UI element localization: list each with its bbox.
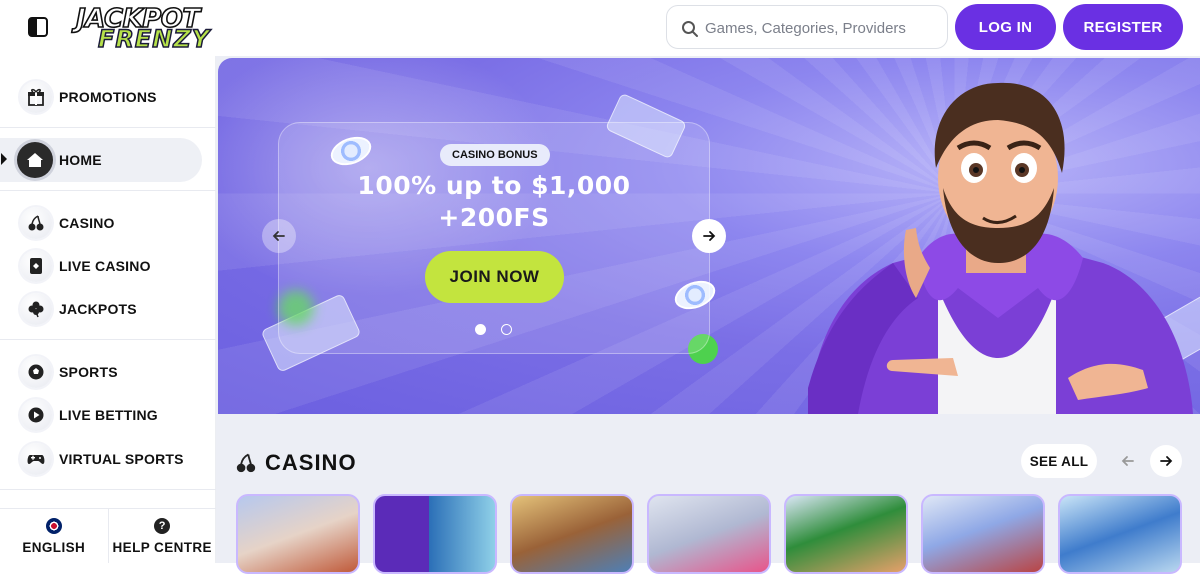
game-tile-viking[interactable] xyxy=(236,494,360,574)
search-box[interactable] xyxy=(666,5,948,49)
slide-dot-2[interactable] xyxy=(501,324,512,335)
game-tile-roulette[interactable] xyxy=(921,494,1045,574)
casino-section-header: CASINO xyxy=(235,450,357,476)
sidebar-item-label: VIRTUAL SPORTS xyxy=(59,451,184,467)
headline-line1: 100% up to $1,000 xyxy=(357,171,631,200)
active-marker-icon xyxy=(1,153,7,165)
sidebar-item-sports[interactable]: SPORTS xyxy=(0,350,216,394)
sidebar-item-label: JACKPOTS xyxy=(59,301,137,317)
sidebar-item-casino[interactable]: CASINO xyxy=(0,201,216,245)
soccer-ball-icon xyxy=(20,356,52,388)
sidebar-item-virtual-sports[interactable]: VIRTUAL SPORTS xyxy=(0,437,216,481)
banner-next-button[interactable] xyxy=(692,219,726,253)
clover-icon xyxy=(20,293,52,325)
divider xyxy=(0,339,216,340)
headline-line2: +200FS xyxy=(438,203,550,232)
sidebar-toggle-icon[interactable] xyxy=(28,17,48,37)
bonus-tag: CASINO BONUS xyxy=(440,144,550,166)
register-button[interactable]: REGISTER xyxy=(1063,4,1183,50)
sidebar-item-label: LIVE CASINO xyxy=(59,258,151,274)
sidebar-item-label: CASINO xyxy=(59,215,115,231)
casino-game-list xyxy=(236,494,1200,574)
bonus-headline: 100% up to $1,000 +200FS xyxy=(278,170,710,234)
see-all-button[interactable]: SEE ALL xyxy=(1021,444,1097,478)
main-content: CASINO BONUS 100% up to $1,000 +200FS JO… xyxy=(216,56,1200,574)
search-icon xyxy=(682,21,698,37)
sidebar-item-label: LIVE BETTING xyxy=(59,407,158,423)
sidebar-footer: ENGLISH ? HELP CENTRE xyxy=(0,508,216,563)
arrow-left-icon xyxy=(272,231,285,241)
sidebar-item-label: SPORTS xyxy=(59,364,118,380)
mascot-illustration xyxy=(808,82,1193,414)
help-label: HELP CENTRE xyxy=(112,539,212,555)
game-tile-retro-slot[interactable] xyxy=(1058,494,1182,574)
game-tile-leprechaun[interactable] xyxy=(784,494,908,574)
casino-prev-button[interactable] xyxy=(1112,445,1144,477)
sidebar-item-live-casino[interactable]: LIVE CASINO xyxy=(0,244,216,288)
play-icon xyxy=(20,399,52,431)
search-input[interactable] xyxy=(705,17,935,39)
top-bar: JACKPOT FRENZY LOG IN REGISTER xyxy=(0,0,1200,56)
sidebar-item-label: HOME xyxy=(59,152,102,168)
language-label: ENGLISH xyxy=(22,539,86,555)
divider xyxy=(0,489,216,490)
gift-icon xyxy=(20,81,52,113)
promo-banner[interactable]: CASINO BONUS 100% up to $1,000 +200FS JO… xyxy=(218,58,1200,414)
sidebar-item-home[interactable]: HOME xyxy=(0,138,216,182)
arrow-right-icon xyxy=(703,231,716,241)
game-tile-greek-god[interactable] xyxy=(510,494,634,574)
sidebar-item-label: PROMOTIONS xyxy=(59,89,157,105)
sidebar-item-jackpots[interactable]: JACKPOTS xyxy=(0,287,216,331)
arrow-right-icon xyxy=(1160,456,1173,466)
uk-flag-icon xyxy=(45,517,62,534)
playing-card-icon xyxy=(20,250,52,282)
divider xyxy=(0,127,216,128)
gamepad-icon xyxy=(20,443,52,475)
section-title: CASINO xyxy=(265,450,357,475)
cherries-icon xyxy=(236,453,256,473)
banner-prev-button[interactable] xyxy=(262,219,296,253)
cherries-icon xyxy=(20,207,52,239)
sidebar: PROMOTIONS HOME CASINO LIVE CASINO JACKP… xyxy=(0,56,216,563)
game-tile-crown[interactable] xyxy=(647,494,771,574)
logo-line2: FRENZY xyxy=(97,24,211,54)
slide-dot-1[interactable] xyxy=(475,324,486,335)
game-tile-slot-machine[interactable] xyxy=(373,494,497,574)
join-now-button[interactable]: JOIN NOW xyxy=(425,251,564,303)
login-button[interactable]: LOG IN xyxy=(955,4,1056,50)
language-button[interactable]: ENGLISH xyxy=(0,509,108,563)
arrow-left-icon xyxy=(1121,456,1134,466)
sidebar-item-promotions[interactable]: PROMOTIONS xyxy=(0,75,216,119)
help-centre-button[interactable]: ? HELP CENTRE xyxy=(107,509,217,563)
casino-next-button[interactable] xyxy=(1150,445,1182,477)
divider xyxy=(0,190,216,191)
question-icon: ? xyxy=(154,517,171,534)
sidebar-item-live-betting[interactable]: LIVE BETTING xyxy=(0,393,216,437)
logo[interactable]: JACKPOT FRENZY xyxy=(75,3,246,54)
home-icon xyxy=(17,142,53,178)
